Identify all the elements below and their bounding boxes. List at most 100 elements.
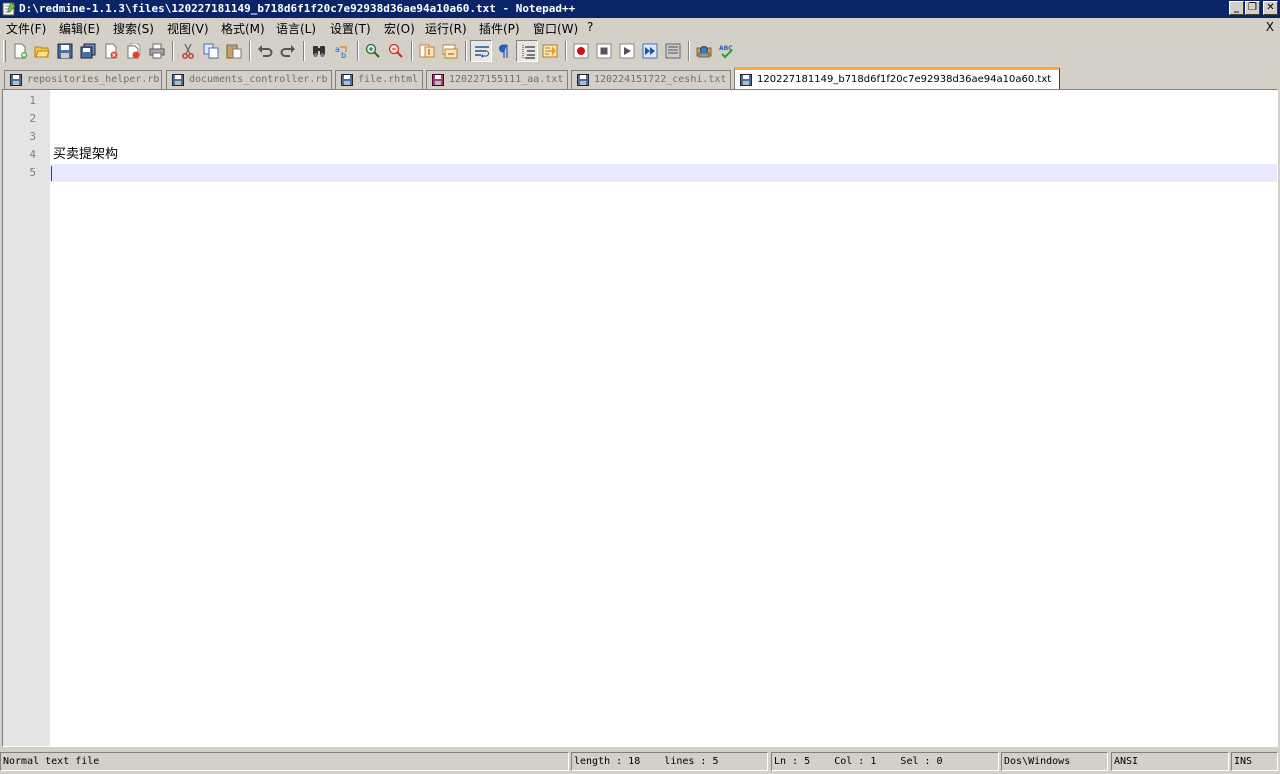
code-line[interactable] bbox=[50, 128, 1277, 146]
zoom-in-icon bbox=[365, 43, 380, 58]
open-folder-icon bbox=[34, 46, 50, 58]
paste-icon bbox=[226, 44, 242, 59]
status-file-type: Normal text file bbox=[0, 752, 569, 771]
cut-button[interactable] bbox=[177, 40, 199, 62]
close-all-button[interactable] bbox=[123, 40, 145, 62]
toolbar-grip[interactable] bbox=[3, 40, 6, 62]
tab-repositories-helper[interactable]: repositories_helper.rb bbox=[4, 70, 162, 89]
tab-label: 120224151722_ceshi.txt bbox=[594, 74, 727, 85]
document-map-button[interactable] bbox=[539, 40, 561, 62]
sync-vertical-scroll-button[interactable] bbox=[416, 40, 438, 62]
word-wrap-icon bbox=[475, 46, 489, 58]
save-all-button[interactable] bbox=[77, 40, 99, 62]
fast-forward-icon bbox=[642, 43, 658, 59]
minimize-button[interactable]: _ bbox=[1229, 1, 1244, 15]
sync-horizontal-icon bbox=[442, 44, 458, 59]
open-file-button[interactable] bbox=[31, 40, 53, 62]
tab-documents-controller[interactable]: documents_controller.rb bbox=[166, 70, 332, 89]
toolbar-separator bbox=[465, 41, 467, 61]
indent-guide-icon bbox=[522, 45, 535, 59]
toolbar-separator bbox=[172, 41, 174, 61]
svg-text:b: b bbox=[341, 51, 346, 59]
save-macro-button[interactable] bbox=[662, 40, 684, 62]
code-line[interactable]: 买卖提架构 bbox=[50, 146, 1277, 164]
menu-run[interactable]: 运行(R) bbox=[425, 20, 467, 37]
save-button[interactable] bbox=[54, 40, 76, 62]
status-encoding: ANSI bbox=[1111, 752, 1229, 771]
close-file-button[interactable] bbox=[100, 40, 122, 62]
text-area[interactable]: 买卖提架构 bbox=[50, 90, 1277, 746]
line-number: 3 bbox=[29, 130, 36, 143]
copy-button[interactable] bbox=[200, 40, 222, 62]
notepad-plus-plus-icon bbox=[2, 1, 16, 16]
unsaved-file-icon bbox=[432, 74, 444, 86]
line-text: 买卖提架构 bbox=[53, 147, 119, 162]
menu-macro[interactable]: 宏(O) bbox=[384, 20, 415, 37]
toolbar-separator bbox=[565, 41, 567, 61]
tab-label: 120227181149_b718d6f1f20c7e92938d36ae94a… bbox=[757, 74, 1052, 85]
tab-bar: repositories_helper.rb documents_control… bbox=[0, 65, 1280, 89]
close-file-icon bbox=[105, 43, 118, 59]
close-window-button[interactable]: ✕ bbox=[1263, 1, 1278, 15]
menu-file[interactable]: 文件(F) bbox=[6, 20, 46, 37]
toolbar-separator bbox=[688, 41, 690, 61]
menu-search[interactable]: 搜索(S) bbox=[113, 20, 154, 37]
status-bar: Normal text file length : 18 lines : 5 L… bbox=[0, 751, 1280, 774]
code-line[interactable] bbox=[50, 110, 1277, 128]
menu-settings[interactable]: 设置(T) bbox=[330, 20, 371, 37]
show-all-characters-button[interactable] bbox=[493, 40, 515, 62]
undo-button[interactable] bbox=[254, 40, 276, 62]
tab-120227181149-active[interactable]: 120227181149_b718d6f1f20c7e92938d36ae94a… bbox=[734, 67, 1060, 89]
tab-file-rhtml[interactable]: file.rhtml bbox=[335, 70, 423, 89]
saved-file-icon bbox=[172, 74, 184, 86]
menu-plugins[interactable]: 插件(P) bbox=[479, 20, 520, 37]
print-button[interactable] bbox=[146, 40, 168, 62]
saved-file-icon bbox=[341, 74, 353, 86]
run-macro-multiple-button[interactable] bbox=[639, 40, 661, 62]
editor[interactable]: 1 2 3 4 5 买卖提架构 bbox=[2, 89, 1278, 747]
save-macro-icon bbox=[665, 43, 681, 59]
menu-format[interactable]: 格式(M) bbox=[221, 20, 265, 37]
svg-text:a: a bbox=[335, 45, 340, 54]
window-title: D:\redmine-1.1.3\files\120227181149_b718… bbox=[19, 2, 576, 15]
menu-window[interactable]: 窗口(W) bbox=[533, 20, 578, 37]
word-wrap-button[interactable] bbox=[470, 40, 492, 62]
close-document-button[interactable]: X bbox=[1266, 20, 1274, 34]
record-icon bbox=[573, 43, 589, 59]
menu-view[interactable]: 视图(V) bbox=[167, 20, 209, 37]
find-button[interactable] bbox=[308, 40, 330, 62]
restore-button[interactable]: ❐ bbox=[1245, 1, 1260, 15]
text-caret bbox=[51, 166, 52, 181]
stop-macro-button[interactable] bbox=[593, 40, 615, 62]
menu-language[interactable]: 语言(L) bbox=[276, 20, 316, 37]
paste-button[interactable] bbox=[223, 40, 245, 62]
toolbar-separator bbox=[249, 41, 251, 61]
current-line[interactable] bbox=[50, 164, 1277, 182]
new-file-button[interactable] bbox=[9, 40, 31, 62]
zoom-in-button[interactable] bbox=[362, 40, 384, 62]
tab-120224151722-ceshi[interactable]: 120224151722_ceshi.txt bbox=[571, 70, 731, 89]
play-macro-button[interactable] bbox=[616, 40, 638, 62]
indent-guide-button[interactable] bbox=[516, 40, 538, 62]
replace-icon: ab bbox=[335, 45, 347, 59]
status-insert-mode: INS bbox=[1231, 752, 1278, 771]
launch-browser-button[interactable] bbox=[693, 40, 715, 62]
spell-check-icon: ABC bbox=[719, 45, 733, 59]
sync-horizontal-scroll-button[interactable] bbox=[439, 40, 461, 62]
redo-icon bbox=[280, 45, 295, 57]
printer-icon bbox=[149, 43, 165, 59]
menu-help[interactable]: ? bbox=[587, 20, 593, 34]
line-number-gutter[interactable]: 1 2 3 4 5 bbox=[3, 90, 50, 746]
menu-edit[interactable]: 编辑(E) bbox=[59, 20, 100, 37]
redo-button[interactable] bbox=[277, 40, 299, 62]
spell-check-button[interactable]: ABC bbox=[716, 40, 738, 62]
copy-icon bbox=[203, 43, 219, 59]
status-length-lines: length : 18 lines : 5 bbox=[571, 752, 768, 771]
replace-button[interactable]: ab bbox=[331, 40, 353, 62]
status-position: Ln : 5 Col : 1 Sel : 0 bbox=[771, 752, 999, 771]
record-macro-button[interactable] bbox=[570, 40, 592, 62]
tab-120227155111-aa[interactable]: 120227155111_aa.txt bbox=[426, 70, 568, 89]
code-line[interactable] bbox=[50, 92, 1277, 110]
zoom-out-button[interactable] bbox=[385, 40, 407, 62]
stop-icon bbox=[596, 43, 612, 59]
